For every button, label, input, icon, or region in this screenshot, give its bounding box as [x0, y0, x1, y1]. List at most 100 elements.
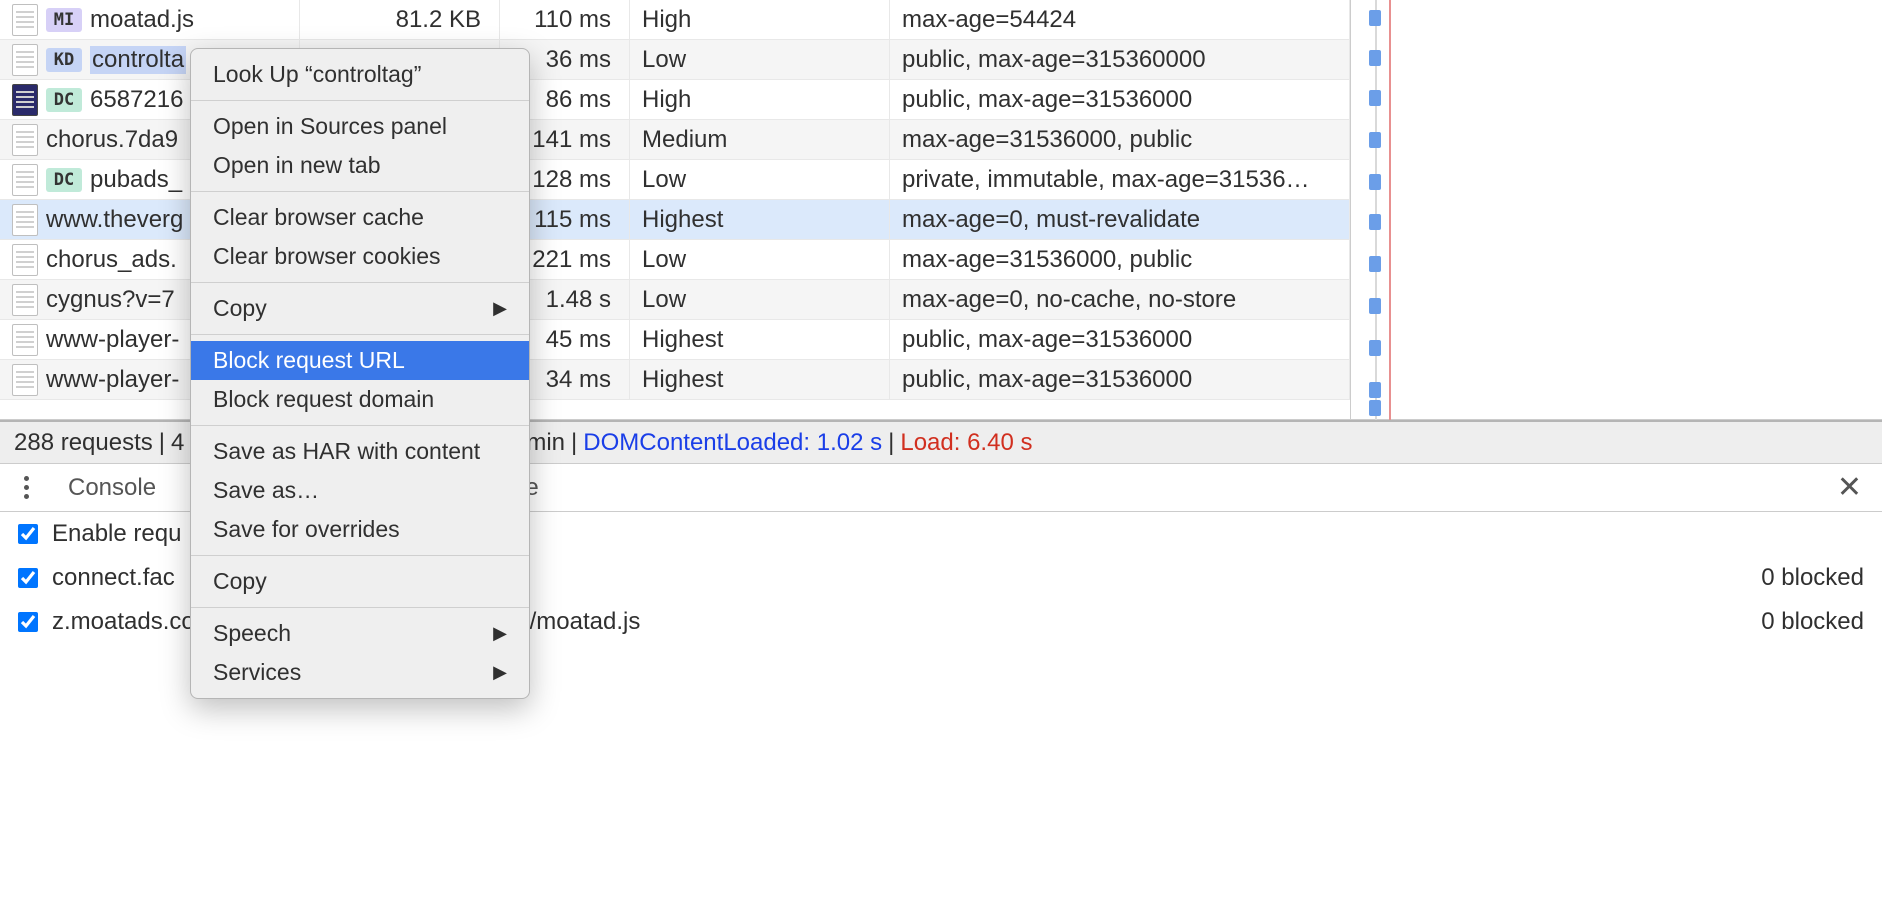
ctx-copy[interactable]: Copy [191, 562, 529, 601]
summary-sep: | [159, 429, 165, 457]
ctx-save-as-label: Save as… [213, 477, 319, 504]
waterfall-tick [1369, 256, 1381, 272]
ctx-save-overrides-label: Save for overrides [213, 516, 400, 543]
request-name-label: cygnus?v=7 [46, 286, 175, 314]
ctx-copy-submenu[interactable]: Copy ▶ [191, 289, 529, 328]
blocked-pattern-checkbox[interactable] [18, 568, 38, 588]
cell-cache-control: max-age=0, must-revalidate [890, 200, 1350, 239]
waterfall-tick [1369, 400, 1381, 416]
initiator-badge: KD [46, 48, 82, 72]
ctx-separator [191, 555, 529, 556]
cell-priority: Low [630, 40, 890, 79]
summary-requests: 288 requests [14, 429, 153, 457]
request-name-label: www.theverg [46, 206, 183, 234]
waterfall-tick [1369, 132, 1381, 148]
image-file-icon [12, 84, 38, 116]
table-row[interactable]: MI moatad.js 81.2 KB110 msHighmax-age=5442… [0, 0, 1350, 40]
request-name-label: 6587216 [90, 86, 183, 114]
ctx-speech-submenu[interactable]: Speech ▶ [191, 614, 529, 653]
script-file-icon [12, 284, 38, 316]
script-file-icon [12, 204, 38, 236]
cell-cache-control: public, max-age=315360000 [890, 40, 1350, 79]
request-name-label: chorus_ads. [46, 246, 177, 274]
cell-cache-control: public, max-age=31536000 [890, 320, 1350, 359]
ctx-open-sources[interactable]: Open in Sources panel [191, 107, 529, 146]
ctx-save-har-label: Save as HAR with content [213, 438, 480, 465]
ctx-separator [191, 334, 529, 335]
context-menu: Look Up “controltag” Open in Sources pan… [190, 48, 530, 699]
cell-size: 81.2 KB [300, 0, 500, 39]
cell-priority: Low [630, 240, 890, 279]
ctx-save-as[interactable]: Save as… [191, 471, 529, 510]
initiator-badge: DC [46, 88, 82, 112]
enable-request-blocking-label: Enable requ [52, 520, 181, 548]
waterfall-column [1350, 0, 1390, 420]
blocked-count-label: 0 blocked [1761, 564, 1864, 592]
script-file-icon [12, 44, 38, 76]
script-file-icon [12, 4, 38, 36]
waterfall-tick [1369, 214, 1381, 230]
request-name-label: www-player- [46, 366, 179, 394]
waterfall-tick [1369, 50, 1381, 66]
waterfall-tick [1369, 10, 1381, 26]
script-file-icon [12, 364, 38, 396]
cell-cache-control: max-age=54424 [890, 0, 1350, 39]
ctx-separator [191, 100, 529, 101]
ctx-lookup-label: Look Up “controltag” [213, 61, 421, 88]
script-file-icon [12, 244, 38, 276]
ctx-services-submenu[interactable]: Services ▶ [191, 653, 529, 692]
blocked-pattern-label: connect.fac [52, 564, 175, 592]
script-file-icon [12, 324, 38, 356]
summary-sep: | [888, 429, 894, 457]
ctx-block-domain-label: Block request domain [213, 386, 434, 413]
ctx-block-url-label: Block request URL [213, 347, 405, 374]
request-name-label: pubads_ [90, 166, 182, 194]
blocked-pattern-checkbox[interactable] [18, 612, 38, 632]
script-file-icon [12, 124, 38, 156]
ctx-clear-cookies-label: Clear browser cookies [213, 243, 441, 270]
cell-priority: Medium [630, 120, 890, 159]
tab-console[interactable]: Console [68, 474, 156, 502]
ctx-lookup[interactable]: Look Up “controltag” [191, 55, 529, 94]
ctx-separator [191, 425, 529, 426]
cell-cache-control: public, max-age=31536000 [890, 360, 1350, 399]
ctx-separator [191, 282, 529, 283]
ctx-save-har[interactable]: Save as HAR with content [191, 432, 529, 471]
cell-priority: High [630, 80, 890, 119]
ctx-block-request-url[interactable]: Block request URL [191, 341, 529, 380]
chevron-right-icon: ▶ [493, 662, 507, 683]
initiator-badge: MI [46, 8, 82, 32]
request-name-label: moatad.js [90, 6, 194, 34]
summary-min-partial: min [526, 429, 565, 457]
request-name-label: controlta [90, 46, 186, 74]
close-icon[interactable]: ✕ [1837, 470, 1870, 505]
enable-request-blocking-checkbox[interactable] [18, 524, 38, 544]
script-file-icon [12, 164, 38, 196]
cell-priority: Highest [630, 360, 890, 399]
summary-load: Load: 6.40 s [900, 429, 1032, 457]
kebab-icon[interactable] [12, 476, 40, 499]
ctx-save-overrides[interactable]: Save for overrides [191, 510, 529, 549]
chevron-right-icon: ▶ [493, 298, 507, 319]
waterfall-tick [1369, 90, 1381, 106]
ctx-services-label: Services [213, 659, 301, 686]
ctx-clear-cookies[interactable]: Clear browser cookies [191, 237, 529, 276]
ctx-separator [191, 191, 529, 192]
ctx-copy-sub-label: Copy [213, 295, 267, 322]
cell-priority: Low [630, 160, 890, 199]
cell-cache-control: max-age=31536000, public [890, 240, 1350, 279]
ctx-open-new-tab[interactable]: Open in new tab [191, 146, 529, 185]
ctx-clear-cache[interactable]: Clear browser cache [191, 198, 529, 237]
waterfall-tick [1369, 298, 1381, 314]
ctx-open-tab-label: Open in new tab [213, 152, 381, 179]
cell-time: 110 ms [500, 0, 630, 39]
cell-priority: High [630, 0, 890, 39]
cell-priority: Low [630, 280, 890, 319]
request-name-label: chorus.7da9 [46, 126, 178, 154]
ctx-block-request-domain[interactable]: Block request domain [191, 380, 529, 419]
ctx-separator [191, 607, 529, 608]
ctx-speech-label: Speech [213, 620, 291, 647]
cell-cache-control: public, max-age=31536000 [890, 80, 1350, 119]
cell-cache-control: max-age=31536000, public [890, 120, 1350, 159]
chevron-right-icon: ▶ [493, 623, 507, 644]
